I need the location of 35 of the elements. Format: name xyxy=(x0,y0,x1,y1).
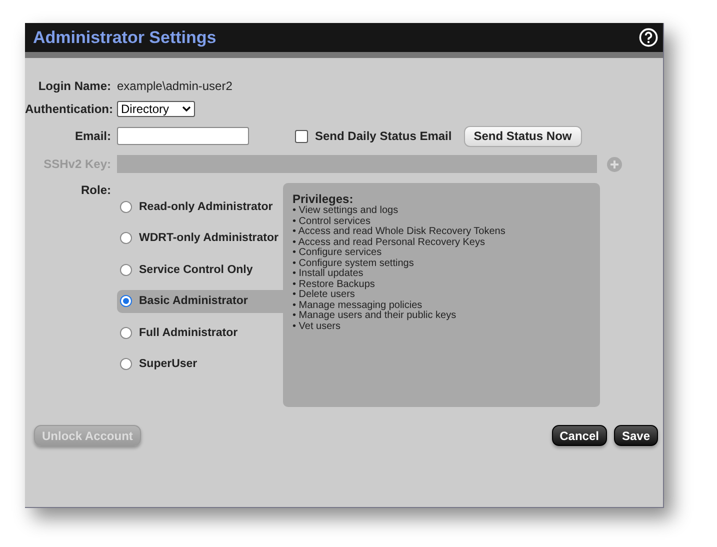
role-option[interactable]: WDRT-only Administrator xyxy=(117,226,282,250)
field-label: Email: xyxy=(74,129,111,143)
privileges-title: Privileges: xyxy=(292,192,354,206)
role-option[interactable]: Service Control Only xyxy=(117,258,282,282)
window-title: Administrator Settings xyxy=(33,28,216,48)
role-option[interactable]: SuperUser xyxy=(117,352,282,376)
key-field[interactable] xyxy=(117,155,597,173)
role-option[interactable]: Full Administrator xyxy=(117,321,282,344)
save-button[interactable]: Save xyxy=(614,425,658,446)
field-label: Role: xyxy=(80,183,111,197)
login-name-value: example\admin-user2 xyxy=(117,79,232,93)
privilege-item: • View settings and logs xyxy=(292,206,400,216)
privilege-item: • Delete users xyxy=(292,290,355,300)
help-icon[interactable] xyxy=(639,28,658,47)
email-field[interactable] xyxy=(117,127,249,145)
privilege-item: • Configure services xyxy=(292,248,383,258)
privilege-item: • Install updates xyxy=(292,269,364,280)
privilege-item: • Restore Backups xyxy=(292,280,376,290)
privilege-item: • Manage users and their public keys xyxy=(292,311,458,322)
privilege-item: • Access and read Personal Recovery Keys xyxy=(292,238,486,248)
privilege-item: • Control services xyxy=(292,216,372,226)
authentication-dropdown[interactable]: Directory xyxy=(117,101,195,117)
cancel-button[interactable]: Cancel xyxy=(552,425,607,446)
field-label: Login Name: xyxy=(37,79,111,93)
send-status-button[interactable]: Send Status Now xyxy=(464,126,582,146)
privilege-item: • Access and read Whole Disk Recovery Tokens xyxy=(292,227,506,238)
checkbox-label: Send Daily Status Email xyxy=(315,129,452,143)
privilege-item: • Configure system settings xyxy=(292,258,415,268)
role-option[interactable]: Basic Administrator xyxy=(117,290,282,313)
caret-icon xyxy=(182,106,191,112)
field-label: Authentication: xyxy=(25,102,111,116)
privilege-item: • Manage messaging policies xyxy=(292,300,424,310)
privilege-item: • Vet users xyxy=(292,322,342,332)
checkbox[interactable] xyxy=(295,130,308,142)
role-option[interactable]: Read-only Administrator xyxy=(117,195,282,218)
